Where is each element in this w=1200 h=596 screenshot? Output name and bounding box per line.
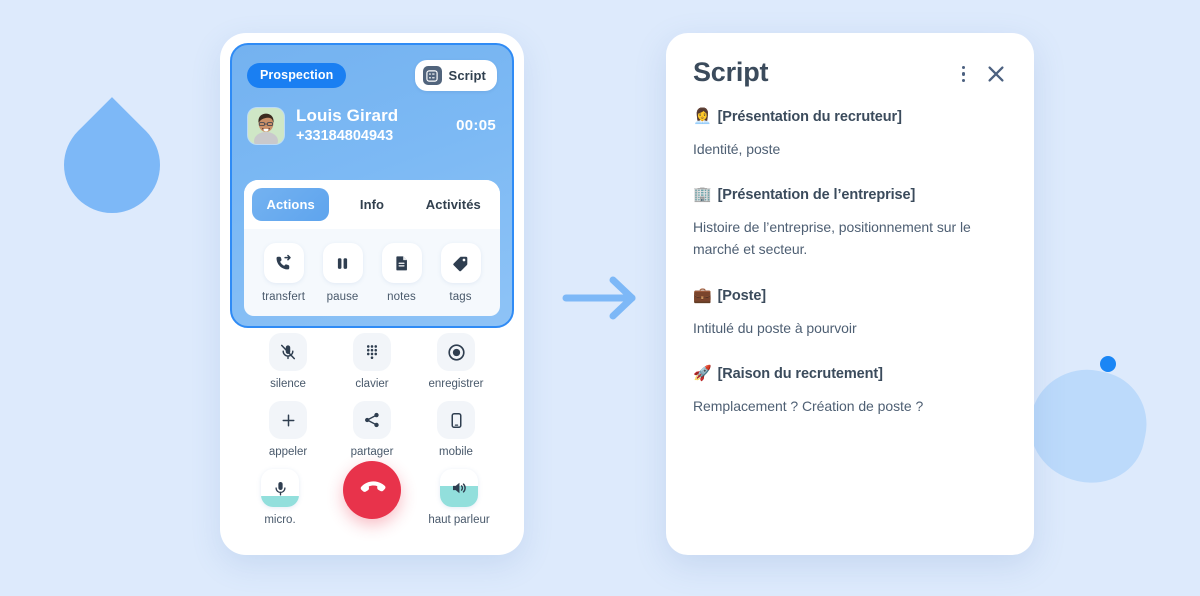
briefcase-emoji-icon: 💼 (693, 286, 712, 304)
script-panel: Script 👩‍💼 [Présentation du recruteur] (666, 33, 1034, 555)
hangup-phone-icon (358, 474, 386, 507)
control-silence[interactable]: silence (254, 333, 322, 390)
recruiter-emoji-icon: 👩‍💼 (693, 108, 712, 125)
action-notes[interactable]: notes (373, 243, 431, 303)
office-building-emoji-icon: 🏢 (693, 186, 712, 204)
action-pause[interactable]: pause (314, 243, 372, 303)
script-icon (422, 66, 442, 85)
call-card: Prospection Script Louis Girard +3318480… (220, 33, 524, 555)
arrow-right-icon (562, 272, 642, 324)
avatar (248, 107, 284, 144)
script-panel-actions (958, 59, 1008, 85)
script-button[interactable]: Script (414, 60, 497, 91)
script-section: 🚀 [Raison du recrutement] Remplacement ?… (693, 365, 1007, 417)
action-label: pause (326, 291, 359, 303)
control-clavier[interactable]: clavier (338, 333, 406, 390)
call-top-row: Prospection Script (232, 45, 512, 91)
control-label: clavier (355, 378, 389, 390)
control-label: appeler (268, 446, 308, 458)
contact-phone: +33184804943 (296, 127, 394, 144)
script-section-heading: 🚀 [Raison du recrutement] (693, 365, 1007, 384)
controls-row-3: micro. haut parleur (220, 461, 524, 547)
tabs-panel: Actions Info Activités transfert pause n… (244, 180, 500, 316)
control-label: micro. (264, 514, 296, 526)
control-label: haut parleur (428, 514, 490, 526)
script-section: 🏢 [Présentation de l’entreprise] Histoir… (693, 186, 1007, 261)
record-icon (437, 333, 475, 371)
active-call-panel: Prospection Script Louis Girard +3318480… (230, 43, 514, 328)
script-section: 👩‍💼 [Présentation du recruteur] Identité… (693, 108, 1007, 160)
hangup-button[interactable] (343, 461, 401, 519)
action-label: transfert (261, 291, 306, 303)
pause-icon (322, 243, 363, 283)
controls-row-2: appeler partager mobile (220, 401, 524, 458)
script-section-heading: 👩‍💼 [Présentation du recruteur] (693, 108, 1007, 127)
half-circle-shape (44, 97, 180, 233)
page-root: Prospection Script Louis Girard +3318480… (0, 0, 1200, 596)
control-haut-parleur[interactable]: haut parleur (420, 469, 498, 526)
control-label: mobile (439, 446, 473, 458)
share-icon (353, 401, 391, 439)
mic-level-fill (261, 495, 299, 507)
action-grid: transfert pause notes tags (244, 229, 500, 303)
control-label: enregistrer (428, 378, 484, 390)
control-mobile[interactable]: mobile (422, 401, 490, 458)
control-label: silence (270, 378, 306, 390)
script-section-heading-text: [Présentation du recruteur] (717, 109, 902, 125)
control-appeler[interactable]: appeler (254, 401, 322, 458)
call-controls: silence clavier enregistrer appeler part… (220, 333, 524, 547)
speaker-icon (440, 469, 478, 507)
status-badge: Prospection (247, 62, 347, 89)
script-section-heading-text: [Poste] (717, 287, 767, 304)
script-section-text: Histoire de l’entreprise, positionnement… (693, 219, 971, 258)
smartphone-icon (437, 401, 475, 439)
page-title: Script (693, 57, 769, 87)
controls-row-1: silence clavier enregistrer (220, 333, 524, 390)
action-tags[interactable]: tags (432, 243, 490, 303)
script-section-text: Identité, poste (693, 140, 781, 157)
script-section-text: Intitulé du poste à pourvoir (693, 319, 857, 336)
contact-name: Louis Girard (296, 106, 399, 125)
rocket-emoji-icon: 🚀 (693, 365, 712, 383)
contact-row: Louis Girard +33184804943 00:05 (232, 91, 512, 145)
contact-info: Louis Girard +33184804943 (296, 106, 450, 145)
script-section-heading-text: [Raison du recrutement] (717, 366, 883, 383)
tab-bar: Actions Info Activités (244, 180, 500, 229)
blob-shape (1019, 359, 1157, 493)
action-label: notes (387, 291, 416, 303)
control-partager[interactable]: partager (338, 401, 406, 458)
action-label: tags (449, 291, 472, 303)
control-enregistrer[interactable]: enregistrer (422, 333, 490, 390)
plus-icon (269, 401, 307, 439)
kebab-menu-icon[interactable] (958, 64, 970, 85)
dot-shape (1100, 356, 1116, 372)
control-micro[interactable]: micro. (246, 469, 314, 526)
script-section-heading: 💼 [Poste] (693, 287, 1007, 306)
tab-activites[interactable]: Activités (415, 188, 492, 221)
control-label: partager (350, 446, 394, 458)
script-panel-header: Script (693, 59, 1007, 86)
call-transfer-icon (263, 243, 304, 283)
action-transfert[interactable]: transfert (255, 243, 313, 303)
script-section-heading-text: [Présentation de l’entreprise] (717, 187, 916, 204)
script-section: 💼 [Poste] Intitulé du poste à pourvoir (693, 287, 1007, 339)
mic-muted-icon (269, 333, 307, 371)
document-icon (381, 243, 422, 283)
tab-actions[interactable]: Actions (252, 188, 330, 221)
close-icon[interactable] (985, 63, 1007, 85)
keypad-icon (353, 333, 391, 371)
script-button-label: Script (448, 68, 486, 83)
script-section-text: Remplacement ? Création de poste ? (693, 397, 924, 414)
tab-info[interactable]: Info (333, 188, 410, 221)
microphone-icon (261, 469, 299, 507)
script-sections: 👩‍💼 [Présentation du recruteur] Identité… (693, 108, 1007, 417)
script-section-heading: 🏢 [Présentation de l’entreprise] (693, 186, 1007, 205)
tag-icon (440, 243, 481, 283)
call-timer: 00:05 (456, 117, 496, 135)
